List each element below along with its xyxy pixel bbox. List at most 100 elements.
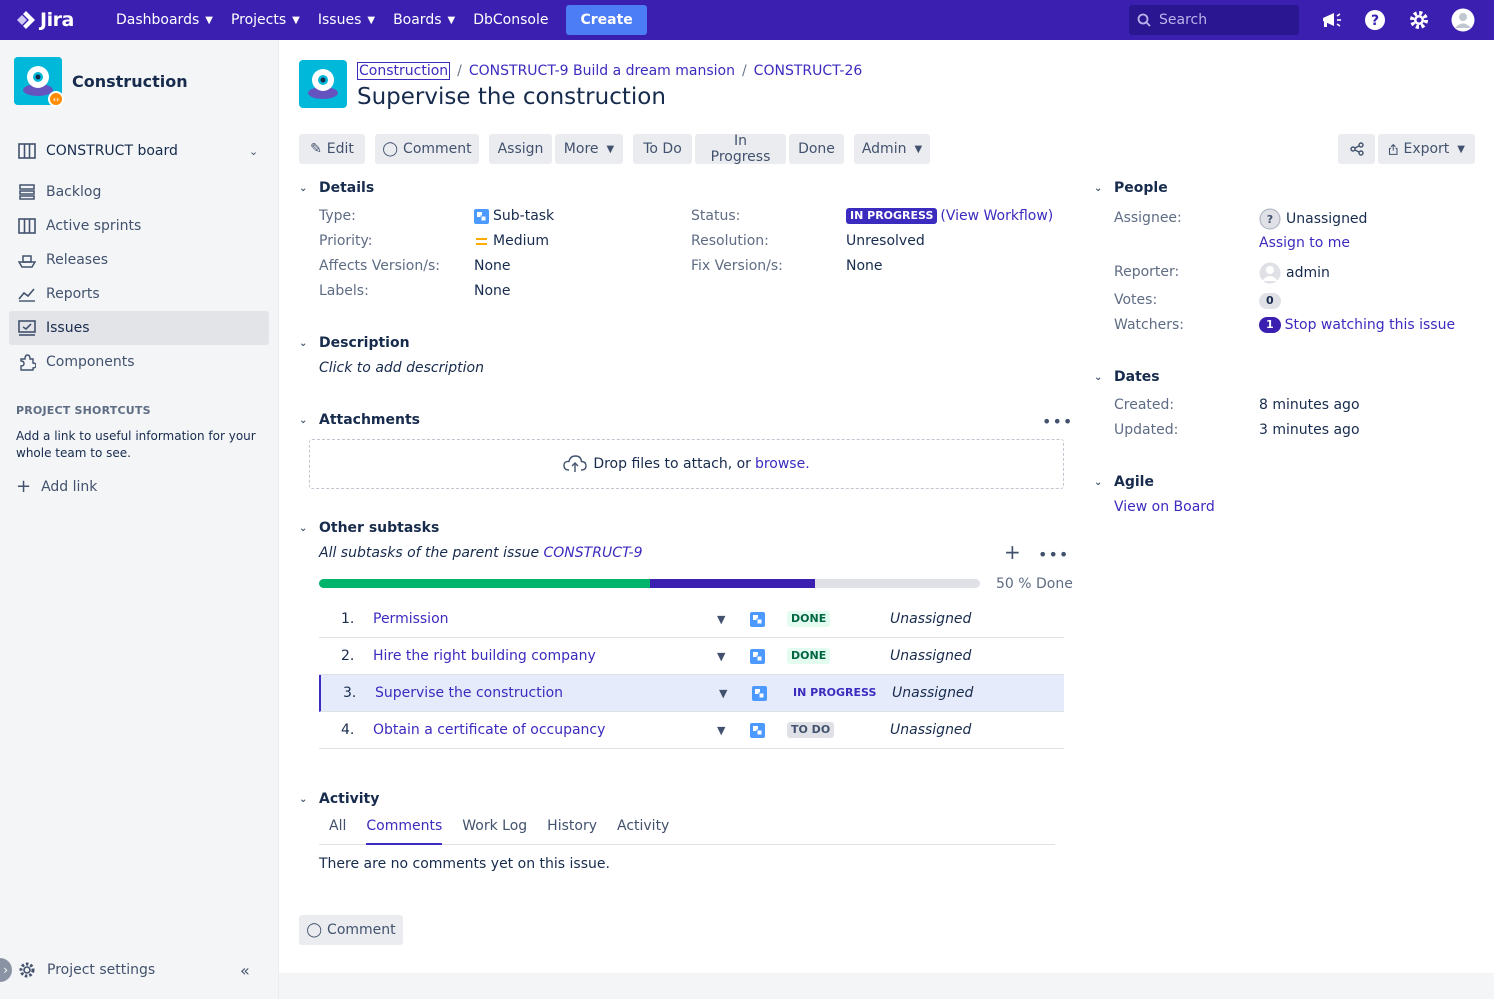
assign-button[interactable]: Assign: [489, 134, 552, 164]
nav-boards-label: Boards: [393, 12, 442, 28]
add-subtask-icon[interactable]: +: [1004, 540, 1021, 564]
tab-work-log[interactable]: Work Log: [462, 818, 527, 844]
table-row[interactable]: 2. Hire the right building company ▼ DON…: [319, 638, 1064, 675]
attachments-section-toggle[interactable]: ⌄ Attachments: [299, 412, 420, 428]
sidebar-item-releases[interactable]: Releases: [9, 243, 269, 277]
sidebar-item-components[interactable]: Components: [9, 345, 269, 379]
share-button[interactable]: [1338, 134, 1375, 164]
issue-title[interactable]: Supervise the construction: [357, 84, 666, 110]
dates-section-toggle[interactable]: ⌄ Dates: [1094, 369, 1160, 385]
description-section-toggle[interactable]: ⌄ Description: [299, 335, 410, 351]
attachment-dropzone[interactable]: Drop files to attach, or browse.: [309, 439, 1064, 489]
tab-all[interactable]: All: [329, 818, 346, 844]
chevron-down-icon: ⌄: [299, 522, 308, 534]
nav-issues[interactable]: Issues ▼: [318, 12, 375, 28]
project-header[interactable]: ‹› Construction: [14, 57, 188, 107]
subtasks-more-icon[interactable]: •••: [1038, 545, 1069, 564]
breadcrumb: Construction / CONSTRUCT-9 Build a dream…: [357, 62, 862, 80]
add-link-button[interactable]: + Add link: [16, 476, 97, 497]
table-row[interactable]: 4. Obtain a certificate of occupancy ▼ T…: [319, 712, 1064, 749]
done-transition-button[interactable]: Done: [789, 134, 844, 164]
nav-dashboards[interactable]: Dashboards ▼: [116, 12, 213, 28]
chevron-down-icon[interactable]: ▼: [717, 650, 725, 663]
people-section-toggle[interactable]: ⌄ People: [1094, 180, 1168, 196]
activity-tabs: All Comments Work Log History Activity: [319, 818, 1055, 845]
admin-button[interactable]: Admin ▼: [854, 134, 930, 164]
fix-version-value[interactable]: None: [846, 258, 883, 274]
announcement-icon[interactable]: [1319, 8, 1343, 32]
parent-issue-link[interactable]: CONSTRUCT-9: [544, 545, 643, 561]
votes-count-badge: 0: [1259, 293, 1281, 309]
details-section-toggle[interactable]: ⌄ Details: [299, 180, 374, 196]
labels-value[interactable]: None: [474, 283, 511, 299]
add-comment-button[interactable]: ◯ Comment: [299, 915, 403, 945]
chevron-down-icon[interactable]: ▼: [719, 687, 727, 700]
votes-value[interactable]: 0: [1259, 293, 1281, 309]
people-title: People: [1114, 180, 1168, 196]
search-box[interactable]: [1129, 5, 1299, 35]
inprogress-transition-button[interactable]: In Progress: [695, 133, 786, 165]
reporter-value[interactable]: admin: [1259, 262, 1330, 284]
nav-dbconsole[interactable]: DbConsole: [473, 12, 548, 28]
nav-boards[interactable]: Boards ▼: [393, 12, 455, 28]
watchers-count-badge[interactable]: 1: [1259, 317, 1281, 333]
description-placeholder[interactable]: Click to add description: [319, 360, 484, 376]
status-badge: IN PROGRESS: [846, 208, 938, 224]
activity-section-toggle[interactable]: ⌄ Activity: [299, 791, 379, 807]
user-avatar[interactable]: [1451, 8, 1475, 32]
more-button[interactable]: More ▼: [555, 134, 623, 164]
agile-section-toggle[interactable]: ⌄ Agile: [1094, 474, 1154, 490]
export-button[interactable]: Export ▼: [1378, 134, 1475, 164]
sidebar-board-selector[interactable]: CONSTRUCT board ⌄: [9, 134, 269, 168]
stop-watching-link[interactable]: Stop watching this issue: [1285, 317, 1455, 333]
subtasks-section-toggle[interactable]: ⌄ Other subtasks: [299, 520, 439, 536]
affects-version-value[interactable]: None: [474, 258, 511, 274]
assignee-value[interactable]: ? Unassigned: [1259, 208, 1367, 230]
subtask-name-link[interactable]: Permission: [373, 611, 449, 627]
chevron-down-icon[interactable]: ▼: [717, 724, 725, 737]
attachments-more-icon[interactable]: •••: [1042, 412, 1073, 431]
sidebar-item-backlog[interactable]: Backlog: [9, 175, 269, 209]
subtask-name-link[interactable]: Obtain a certificate of occupancy: [373, 722, 605, 738]
status-value: IN PROGRESS (View Workflow): [846, 208, 1053, 224]
browse-link[interactable]: browse.: [755, 456, 810, 472]
help-icon[interactable]: ?: [1363, 8, 1387, 32]
sidebar-item-reports[interactable]: Reports: [9, 277, 269, 311]
sidebar-item-issues[interactable]: Issues: [9, 311, 269, 345]
breadcrumb-parent-issue[interactable]: CONSTRUCT-9 Build a dream mansion: [469, 63, 735, 79]
subtask-name-link[interactable]: Supervise the construction: [375, 685, 563, 701]
todo-transition-button[interactable]: To Do: [633, 134, 692, 164]
type-value: Sub-task: [474, 208, 554, 224]
chevron-down-icon[interactable]: ▼: [717, 613, 725, 626]
status-badge: DONE: [787, 648, 831, 664]
breadcrumb-issue-key[interactable]: CONSTRUCT-26: [754, 63, 863, 79]
settings-gear-icon[interactable]: [1407, 8, 1431, 32]
tab-activity[interactable]: Activity: [617, 818, 669, 844]
reporter-name: admin: [1286, 265, 1330, 281]
tab-comments[interactable]: Comments: [366, 818, 443, 845]
status-badge: TO DO: [787, 722, 835, 738]
assign-to-me-link[interactable]: Assign to me: [1259, 235, 1350, 251]
create-button[interactable]: Create: [566, 5, 647, 35]
svg-text:?: ?: [1267, 213, 1273, 226]
comment-button[interactable]: ◯ Comment: [375, 134, 479, 164]
resolution-label: Resolution:: [691, 233, 769, 249]
search-input[interactable]: [1159, 12, 1279, 28]
edit-button[interactable]: ✎ Edit: [299, 134, 365, 164]
subtask-name-link[interactable]: Hire the right building company: [373, 648, 596, 664]
table-row[interactable]: 1. Permission ▼ DONE Unassigned: [319, 601, 1064, 638]
expand-handle-icon[interactable]: ›: [0, 958, 12, 982]
collapse-sidebar-icon[interactable]: «: [240, 961, 250, 980]
sidebar-item-active-sprints[interactable]: Active sprints: [9, 209, 269, 243]
pencil-icon: ✎: [310, 141, 322, 157]
top-navigation-bar: Jira Dashboards ▼ Projects ▼ Issues ▼ Board…: [0, 0, 1494, 40]
tab-history[interactable]: History: [547, 818, 597, 844]
jira-logo[interactable]: Jira: [16, 9, 106, 31]
view-on-board-link[interactable]: View on Board: [1114, 499, 1215, 515]
view-workflow-link[interactable]: (View Workflow): [940, 208, 1053, 224]
table-row[interactable]: 3. Supervise the construction ▼ IN PROGR…: [319, 675, 1064, 712]
breadcrumb-project[interactable]: Construction: [357, 62, 451, 80]
project-settings-link[interactable]: Project settings: [18, 961, 155, 979]
nav-projects[interactable]: Projects ▼: [231, 12, 300, 28]
chevron-down-icon: ⌄: [299, 182, 308, 194]
